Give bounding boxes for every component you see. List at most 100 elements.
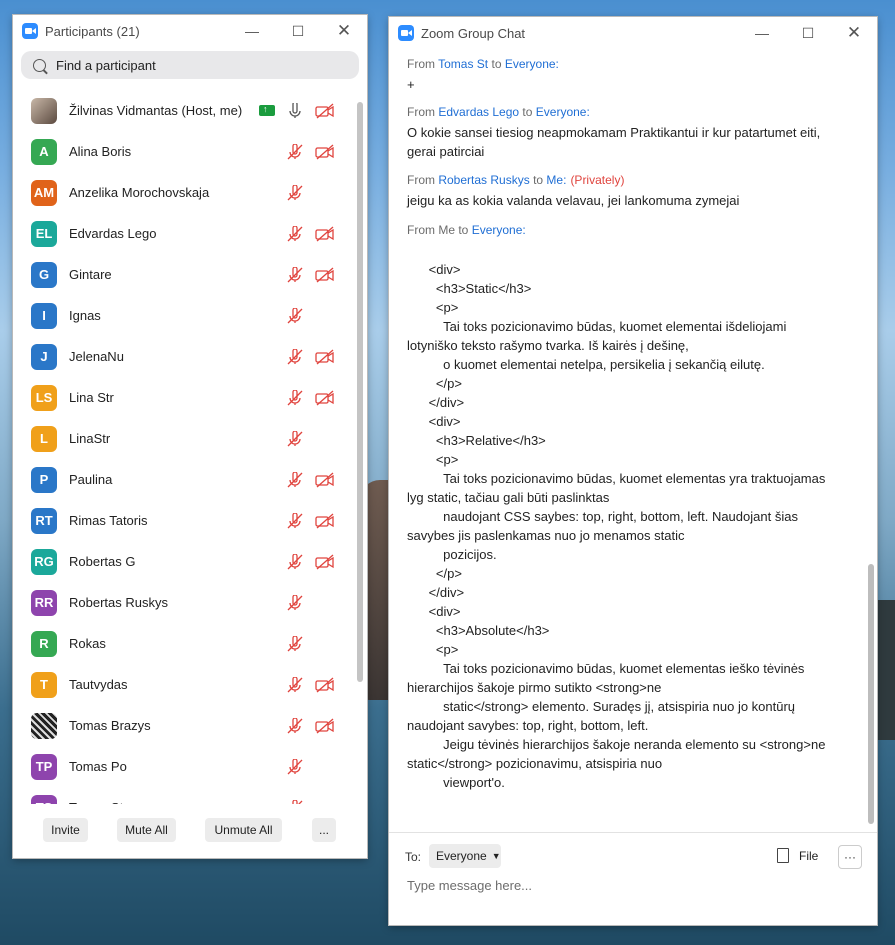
- mic-muted-icon: [287, 225, 303, 241]
- avatar: L: [31, 425, 57, 452]
- participant-row[interactable]: Žilvinas Vidmantas (Host, me): [13, 90, 353, 131]
- participant-row[interactable]: LS Lina Str: [13, 377, 353, 418]
- chat-window: Zoom Group Chat — ☐ ✕ From Tomas St to E…: [389, 17, 877, 925]
- zoom-logo-icon: [22, 23, 38, 39]
- mic-muted-icon: [287, 512, 303, 528]
- avatar: RG: [31, 548, 57, 575]
- participant-row[interactable]: RT Rimas Tatoris: [13, 500, 353, 541]
- search-box[interactable]: [21, 51, 359, 79]
- to-label: to: [522, 105, 533, 119]
- participant-row[interactable]: TSTomas St: [13, 787, 353, 804]
- participant-name: JelenaNu: [69, 349, 124, 364]
- sender-name[interactable]: Tomas St: [438, 57, 488, 71]
- maximize-button[interactable]: ☐: [275, 15, 321, 47]
- unmute-all-button[interactable]: Unmute All: [205, 818, 282, 842]
- participant-row[interactable]: Tomas Brazys: [13, 705, 353, 746]
- invite-button[interactable]: Invite: [43, 818, 88, 842]
- chat-message: From Robertas Ruskys to Me: (Privately) je…: [389, 173, 837, 210]
- message-input[interactable]: [405, 877, 829, 894]
- private-label: (Privately): [570, 173, 625, 187]
- more-options-button[interactable]: ...: [312, 818, 336, 842]
- minimize-button[interactable]: —: [229, 15, 275, 47]
- share-screen-icon: [259, 104, 275, 116]
- avatar: J: [31, 343, 57, 370]
- recipient-name[interactable]: Everyone:: [536, 105, 590, 119]
- chat-messages: From Tomas St to Everyone: + From Edvardas…: [389, 57, 867, 832]
- video-off-icon: [315, 267, 334, 282]
- mic-muted-icon: [287, 553, 303, 569]
- video-off-icon: [315, 144, 334, 159]
- from-label: From: [407, 173, 435, 187]
- avatar: TP: [31, 753, 57, 780]
- mute-all-button[interactable]: Mute All: [117, 818, 176, 842]
- mic-muted-icon: [287, 307, 303, 323]
- participant-name: Tomas Brazys: [69, 718, 151, 733]
- participant-row[interactable]: TP Tomas Po: [13, 746, 353, 787]
- participant-row[interactable]: G Gintare: [13, 254, 353, 295]
- participant-row[interactable]: P Paulina: [13, 459, 353, 500]
- chat-message: From Edvardas Lego to Everyone: O kokie s…: [389, 105, 837, 161]
- avatar: T: [31, 671, 57, 698]
- titlebar[interactable]: Zoom Group Chat — ☐ ✕: [389, 17, 877, 49]
- participant-name: LinaStr: [69, 431, 111, 446]
- message-header: From Tomas St to Everyone:: [407, 57, 837, 71]
- mic-muted-icon: [287, 635, 303, 651]
- participant-name: Žilvinas Vidmantas (Host, me): [69, 103, 243, 118]
- window-title: Zoom Group Chat: [421, 25, 526, 41]
- chat-scrollbar[interactable]: [868, 57, 874, 832]
- maximize-button[interactable]: ☐: [785, 17, 831, 49]
- participant-name: Rimas Tatoris: [69, 513, 148, 528]
- participant-row[interactable]: T Tautvydas: [13, 664, 353, 705]
- minimize-button[interactable]: —: [739, 17, 785, 49]
- close-button[interactable]: ✕: [321, 15, 367, 47]
- sender-name[interactable]: Edvardas Lego: [438, 105, 519, 119]
- from-label: From: [407, 105, 435, 119]
- participants-footer: Invite Mute All Unmute All ...: [13, 803, 367, 858]
- participant-row[interactable]: R Rokas: [13, 623, 353, 664]
- participant-name: Robertas G: [69, 554, 136, 569]
- participant-row[interactable]: RG Robertas G: [13, 541, 353, 582]
- chat-more-button[interactable]: ···: [838, 845, 862, 869]
- video-off-icon: [315, 349, 334, 364]
- titlebar[interactable]: Participants (21) — ☐ ✕: [13, 15, 367, 47]
- participant-row[interactable]: L LinaStr: [13, 418, 353, 459]
- message-text: O kokie sansei tiesiog neapmokamam Prakt…: [407, 125, 824, 159]
- avatar: R: [31, 630, 57, 657]
- recipient-name[interactable]: Me:: [546, 173, 566, 187]
- recipient-name[interactable]: Everyone:: [505, 57, 559, 71]
- message-text: +: [407, 77, 415, 92]
- avatar: P: [31, 466, 57, 493]
- message-header: From Robertas Ruskys to Me: (Privately): [407, 173, 837, 187]
- mic-muted-icon: [287, 348, 303, 364]
- avatar: [31, 97, 57, 124]
- participant-row[interactable]: RR Robertas Ruskys: [13, 582, 353, 623]
- avatar: [31, 712, 57, 739]
- participant-name: Anzelika Morochovskaja: [69, 185, 210, 200]
- participants-window: Participants (21) — ☐ ✕ Žilvinas Vidmant…: [13, 15, 367, 858]
- mic-icon: [289, 102, 301, 118]
- participant-row[interactable]: AM Anzelika Morochovskaja: [13, 172, 353, 213]
- message-text: jeigu ka as kokia valanda velavau, jei l…: [407, 193, 740, 208]
- participant-row[interactable]: J JelenaNu: [13, 336, 353, 377]
- mic-muted-icon: [287, 143, 303, 159]
- recipient-name[interactable]: Everyone:: [472, 223, 526, 237]
- recipient-select[interactable]: Everyone ▼: [429, 844, 501, 868]
- search-input[interactable]: [54, 56, 338, 74]
- video-off-icon: [315, 677, 334, 692]
- participant-row[interactable]: EL Edvardas Lego: [13, 213, 353, 254]
- background-rock: [875, 600, 895, 740]
- mic-muted-icon: [287, 758, 303, 774]
- file-button[interactable]: File: [777, 848, 818, 863]
- close-button[interactable]: ✕: [831, 17, 877, 49]
- mic-muted-icon: [287, 389, 303, 405]
- sender-name[interactable]: Robertas Ruskys: [438, 173, 529, 187]
- video-off-icon: [315, 103, 334, 118]
- participant-name: Tautvydas: [69, 677, 128, 692]
- participants-scrollbar[interactable]: [357, 90, 363, 804]
- participant-row[interactable]: A Alina Boris: [13, 131, 353, 172]
- participant-name: Tomas Po: [69, 759, 127, 774]
- participant-name: Ignas: [69, 308, 101, 323]
- to-label: to: [491, 57, 502, 71]
- avatar: EL: [31, 220, 57, 247]
- participant-row[interactable]: I Ignas: [13, 295, 353, 336]
